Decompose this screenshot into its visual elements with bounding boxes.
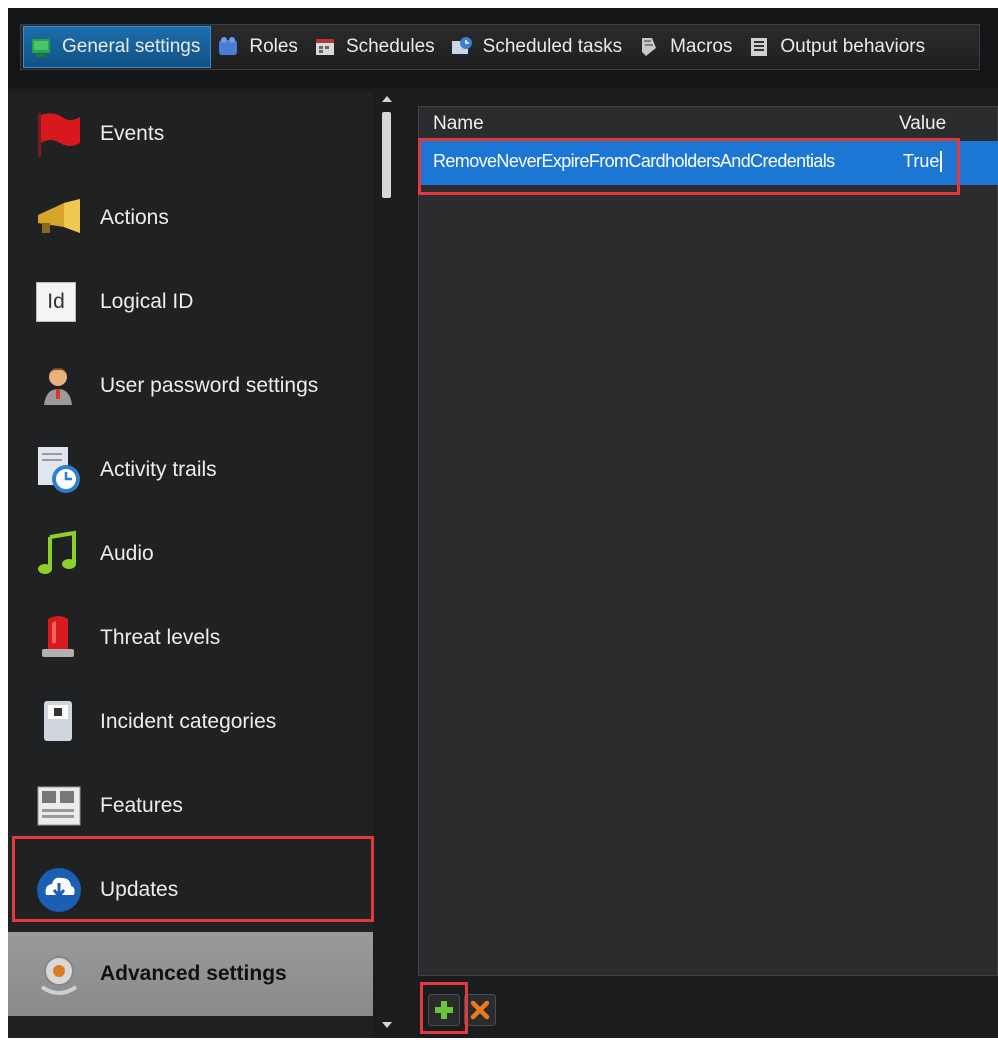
tab-strip: General settings Roles Schedules Schedul… [20, 24, 980, 70]
sidebar-item-label: Advanced settings [100, 962, 287, 985]
advanced-settings-highlight [12, 836, 374, 922]
advanced-settings-panel: Name Value RemoveNeverExpireFromCardhold… [402, 92, 998, 1038]
sidebar-item-label: Actions [100, 206, 169, 229]
tab-label: Output behaviors [780, 36, 926, 57]
column-header-value[interactable]: Value [899, 113, 946, 135]
column-header-name[interactable]: Name [433, 113, 484, 135]
sidebar-item-label: Threat levels [100, 626, 221, 649]
setting-value-cell[interactable]: True [903, 151, 943, 172]
scroll-up-arrow-icon[interactable] [382, 96, 392, 102]
setting-name-cell[interactable]: RemoveNeverExpireFromCardholdersAndCrede… [433, 151, 835, 172]
tab-output-behaviors[interactable]: Output behaviors [742, 26, 935, 68]
id-badge-icon: Id [36, 282, 76, 322]
sidebar-item-logical-id[interactable]: Id Logical ID [8, 260, 373, 344]
sidebar-item-activity-trails[interactable]: Activity trails [8, 428, 373, 512]
macros-icon [638, 36, 660, 58]
sidebar-item-label: Features [100, 794, 183, 817]
incident-icon [34, 697, 84, 747]
table-row[interactable]: RemoveNeverExpireFromCardholdersAndCrede… [419, 141, 998, 185]
advanced-settings-gear-icon [34, 949, 84, 999]
schedules-icon [314, 36, 336, 58]
delete-button[interactable] [464, 994, 496, 1026]
app-window: General settings Roles Schedules Schedul… [8, 8, 998, 1038]
sidebar-item-incident-categories[interactable]: Incident categories [8, 680, 373, 764]
activity-clock-icon [34, 445, 84, 495]
features-icon [34, 781, 84, 831]
general-settings-icon [30, 36, 52, 58]
tab-label: Schedules [345, 36, 435, 57]
tab-label: Roles [249, 36, 298, 57]
megaphone-icon [34, 193, 84, 243]
sidebar-item-advanced-settings[interactable]: Advanced settings [8, 932, 373, 1016]
tab-roles[interactable]: Roles [211, 26, 308, 68]
scheduled-tasks-icon [451, 36, 473, 58]
scrollbar-thumb[interactable] [382, 112, 391, 198]
sidebar-item-label: Events [100, 122, 165, 145]
tab-scheduled-tasks[interactable]: Scheduled tasks [445, 26, 632, 68]
tab-label: Macros [670, 36, 733, 57]
tab-schedules[interactable]: Schedules [308, 26, 445, 68]
sidebar-scrollbar[interactable] [376, 92, 398, 1038]
roles-icon [217, 36, 239, 58]
sidebar-item-label: User password settings [100, 374, 319, 397]
sidebar-item-threat-levels[interactable]: Threat levels [8, 596, 373, 680]
threat-light-icon [34, 613, 84, 663]
add-button-highlight [420, 982, 468, 1034]
scroll-down-arrow-icon[interactable] [382, 1022, 392, 1028]
sidebar-item-actions[interactable]: Actions [8, 176, 373, 260]
red-flag-icon [34, 109, 84, 159]
music-note-icon [34, 529, 84, 579]
tab-label: Scheduled tasks [482, 36, 623, 57]
advanced-settings-grid: Name Value RemoveNeverExpireFromCardhold… [418, 106, 998, 976]
grid-toolbar [418, 980, 998, 1038]
id-badge-text: Id [47, 290, 65, 313]
sidebar-item-label: Activity trails [100, 458, 217, 481]
tab-general-settings[interactable]: General settings [23, 26, 212, 68]
tab-bar: General settings Roles Schedules Schedul… [8, 8, 998, 88]
grid-header: Name Value [419, 107, 998, 137]
sidebar-item-audio[interactable]: Audio [8, 512, 373, 596]
sidebar-item-label: Incident categories [100, 710, 277, 733]
sidebar-item-label: Audio [100, 542, 154, 565]
tab-label: General settings [62, 36, 201, 57]
tab-macros[interactable]: Macros [632, 26, 742, 68]
output-behaviors-icon [748, 36, 770, 58]
sidebar-item-user-password-settings[interactable]: User password settings [8, 344, 373, 428]
delete-icon [469, 999, 491, 1026]
user-icon [34, 361, 84, 411]
sidebar-item-events[interactable]: Events [8, 92, 373, 176]
sidebar-item-label: Logical ID [100, 290, 194, 313]
